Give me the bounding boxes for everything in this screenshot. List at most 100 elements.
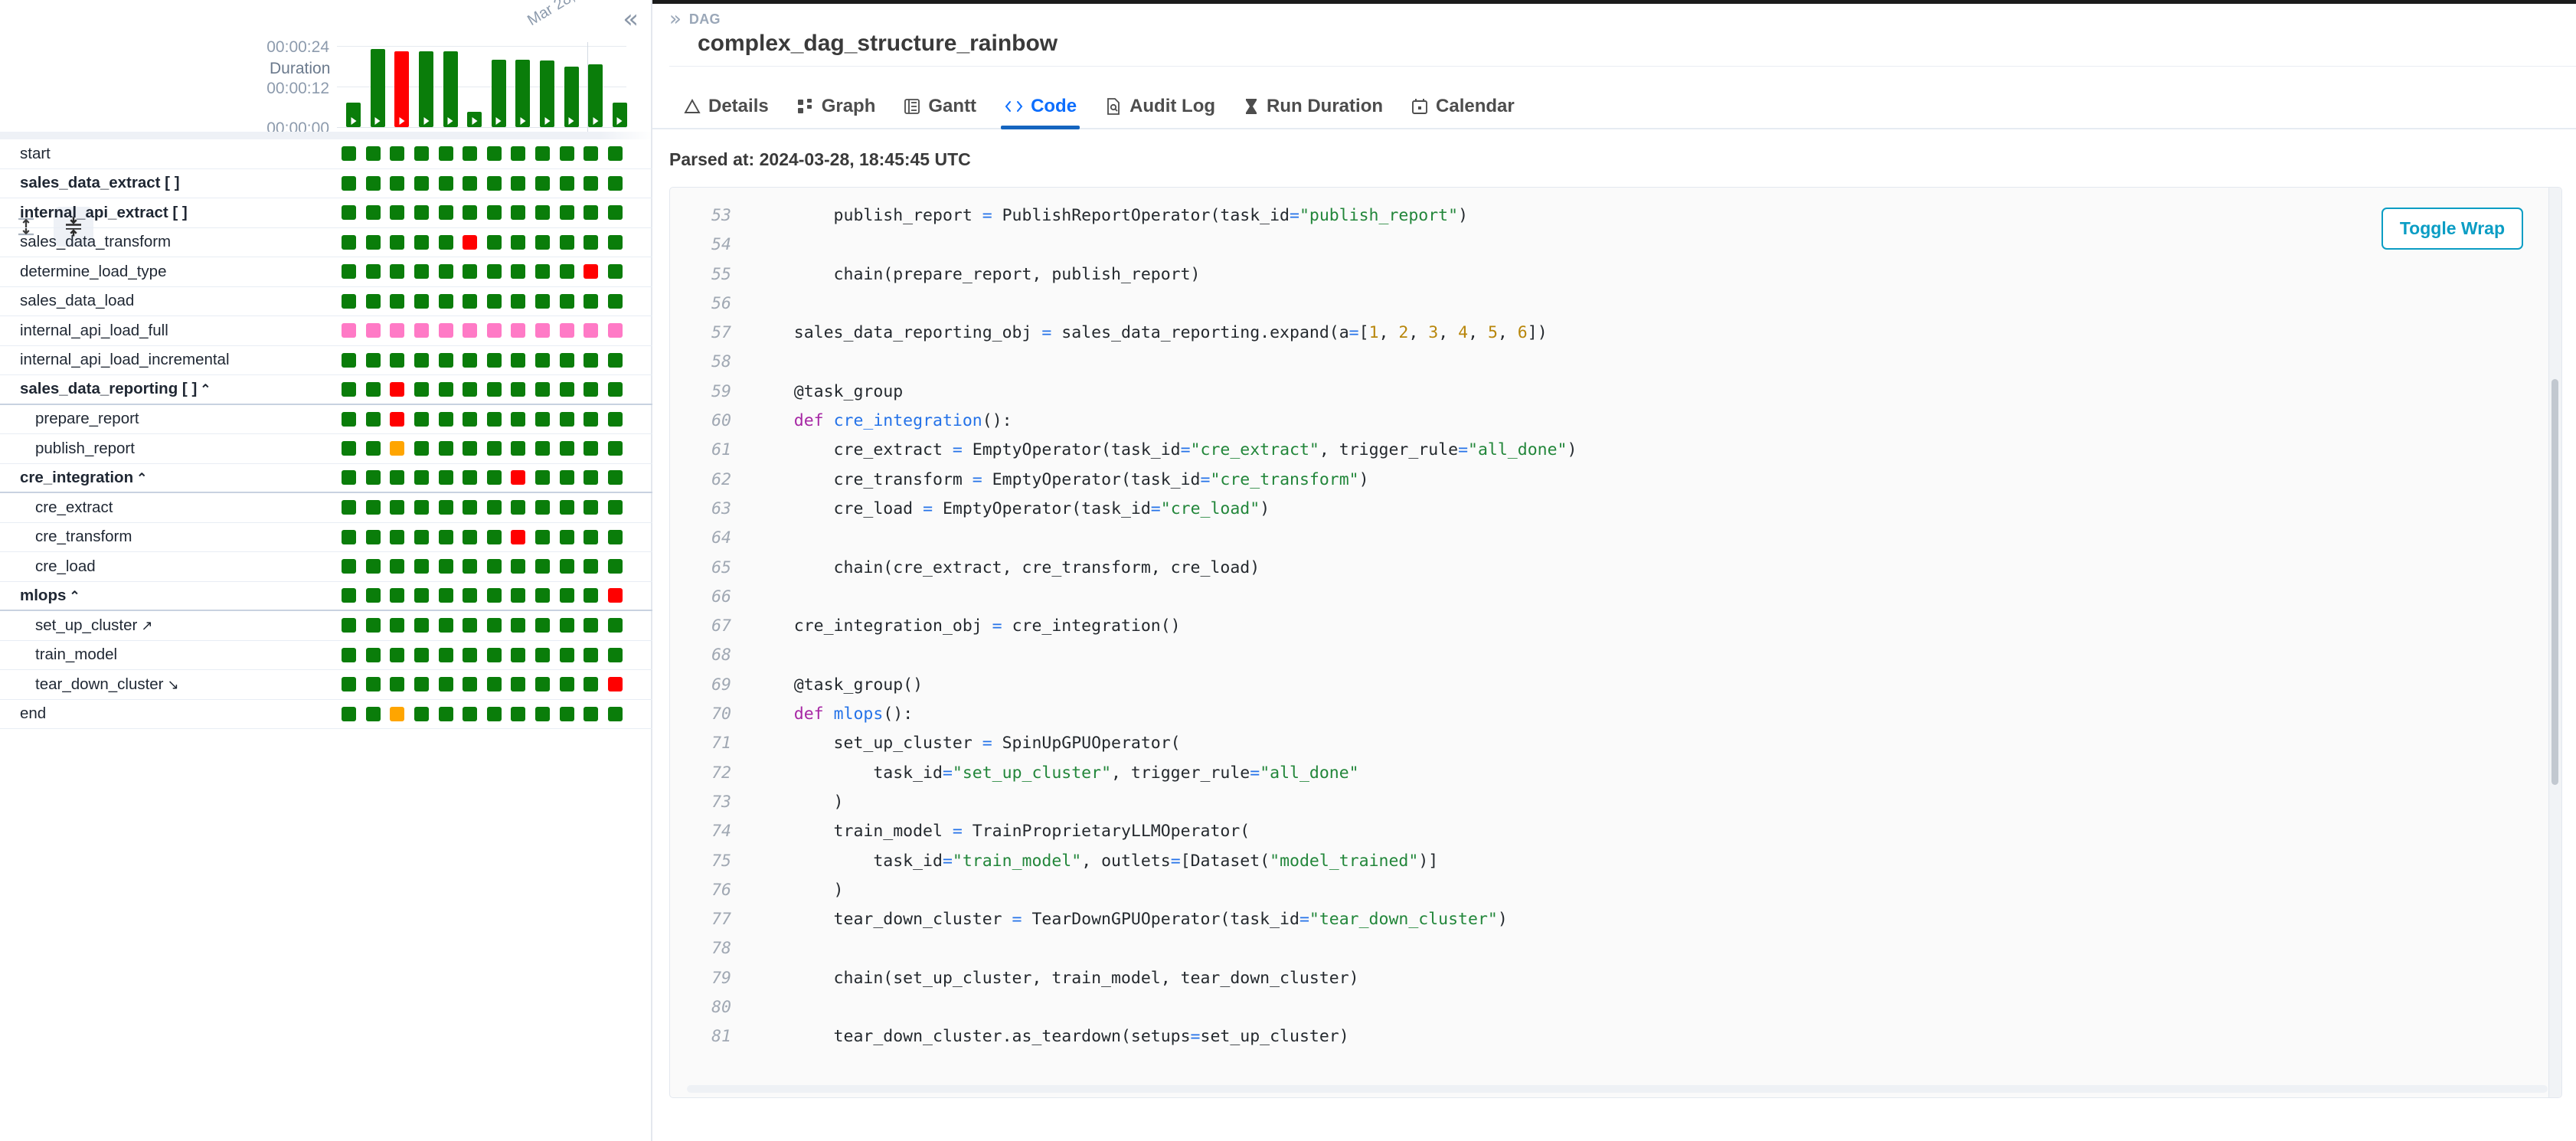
status-badge[interactable]	[342, 146, 357, 162]
status-badge[interactable]	[438, 677, 453, 692]
table-row[interactable]: cre_extract	[0, 493, 652, 523]
status-square-slot[interactable]	[531, 647, 555, 662]
tab-details[interactable]: Details	[669, 96, 783, 129]
status-badge[interactable]	[438, 706, 453, 721]
status-badge[interactable]	[584, 293, 599, 309]
status-square-slot[interactable]	[603, 411, 628, 427]
status-square-slot[interactable]	[361, 205, 386, 221]
status-square-slot[interactable]	[603, 529, 628, 544]
status-square-slot[interactable]	[410, 677, 434, 692]
status-square-slot[interactable]	[531, 411, 555, 427]
status-badge[interactable]	[511, 146, 526, 162]
status-badge[interactable]	[365, 618, 381, 633]
status-badge[interactable]	[365, 175, 381, 191]
status-badge[interactable]	[438, 559, 453, 574]
status-badge[interactable]	[463, 618, 478, 633]
status-badge[interactable]	[486, 293, 502, 309]
status-square-slot[interactable]	[458, 529, 482, 544]
status-square-slot[interactable]	[410, 647, 434, 662]
status-badge[interactable]	[414, 352, 430, 368]
status-badge[interactable]	[365, 352, 381, 368]
status-badge[interactable]	[463, 323, 478, 338]
status-square-slot[interactable]	[482, 352, 507, 368]
status-badge[interactable]	[559, 677, 574, 692]
toggle-wrap-button[interactable]: Toggle Wrap	[2381, 208, 2523, 250]
status-badge[interactable]	[365, 264, 381, 280]
status-square-slot[interactable]	[482, 588, 507, 603]
status-badge[interactable]	[390, 647, 405, 662]
status-badge[interactable]	[559, 588, 574, 603]
status-square-slot[interactable]	[531, 264, 555, 280]
status-square-slot[interactable]	[433, 441, 458, 456]
status-badge[interactable]	[414, 381, 430, 397]
chart-bar[interactable]	[463, 43, 487, 127]
status-badge[interactable]	[535, 323, 551, 338]
status-square-slot[interactable]	[506, 500, 531, 515]
status-badge[interactable]	[438, 647, 453, 662]
status-badge[interactable]	[342, 677, 357, 692]
status-square-slot[interactable]	[433, 293, 458, 309]
status-badge[interactable]	[342, 381, 357, 397]
status-square-slot[interactable]	[506, 441, 531, 456]
status-square-slot[interactable]	[506, 559, 531, 574]
status-square-slot[interactable]	[385, 618, 410, 633]
table-row[interactable]: set_up_cluster ↗	[0, 611, 652, 641]
status-badge[interactable]	[463, 234, 478, 250]
status-square-slot[interactable]	[458, 677, 482, 692]
status-badge[interactable]	[365, 234, 381, 250]
status-square-slot[interactable]	[554, 323, 579, 338]
status-square-slot[interactable]	[458, 323, 482, 338]
status-badge[interactable]	[463, 677, 478, 692]
status-square-slot[interactable]	[603, 234, 628, 250]
status-badge[interactable]	[414, 559, 430, 574]
status-badge[interactable]	[365, 706, 381, 721]
status-square-slot[interactable]	[554, 175, 579, 191]
status-badge[interactable]	[535, 470, 551, 485]
status-badge[interactable]	[365, 323, 381, 338]
status-badge[interactable]	[584, 264, 599, 280]
status-square-slot[interactable]	[337, 441, 361, 456]
table-row[interactable]: determine_load_type	[0, 257, 652, 287]
bar-run3[interactable]	[394, 51, 410, 127]
status-square-slot[interactable]	[554, 352, 579, 368]
code-scrollbar-thumb[interactable]	[2551, 379, 2558, 785]
status-badge[interactable]	[438, 293, 453, 309]
status-badge[interactable]	[486, 411, 502, 427]
status-badge[interactable]	[535, 677, 551, 692]
status-badge[interactable]	[535, 352, 551, 368]
status-square-slot[interactable]	[531, 677, 555, 692]
status-square-slot[interactable]	[385, 529, 410, 544]
status-badge[interactable]	[607, 234, 623, 250]
status-badge[interactable]	[342, 529, 357, 544]
status-square-slot[interactable]	[385, 146, 410, 162]
status-square-slot[interactable]	[579, 441, 603, 456]
status-square-slot[interactable]	[506, 205, 531, 221]
status-badge[interactable]	[486, 205, 502, 221]
status-badge[interactable]	[535, 205, 551, 221]
status-square-slot[interactable]	[458, 411, 482, 427]
status-badge[interactable]	[486, 234, 502, 250]
status-square-slot[interactable]	[506, 411, 531, 427]
table-row[interactable]: start	[0, 139, 652, 169]
status-badge[interactable]	[559, 647, 574, 662]
chart-bar[interactable]	[584, 43, 608, 127]
status-square-slot[interactable]	[458, 175, 482, 191]
status-badge[interactable]	[511, 706, 526, 721]
status-square-slot[interactable]	[554, 647, 579, 662]
status-square-slot[interactable]	[433, 706, 458, 721]
status-badge[interactable]	[535, 381, 551, 397]
status-badge[interactable]	[438, 529, 453, 544]
status-badge[interactable]	[584, 381, 599, 397]
status-square-slot[interactable]	[410, 234, 434, 250]
status-badge[interactable]	[486, 677, 502, 692]
status-square-slot[interactable]	[361, 588, 386, 603]
status-square-slot[interactable]	[337, 381, 361, 397]
status-square-slot[interactable]	[482, 381, 507, 397]
status-square-slot[interactable]	[361, 293, 386, 309]
status-square-slot[interactable]	[531, 500, 555, 515]
chart-bar[interactable]	[414, 43, 439, 127]
task-name-sales_data_transform[interactable]: sales_data_transform	[0, 233, 337, 251]
status-badge[interactable]	[438, 411, 453, 427]
bar-run7[interactable]	[491, 60, 506, 127]
status-badge[interactable]	[607, 352, 623, 368]
